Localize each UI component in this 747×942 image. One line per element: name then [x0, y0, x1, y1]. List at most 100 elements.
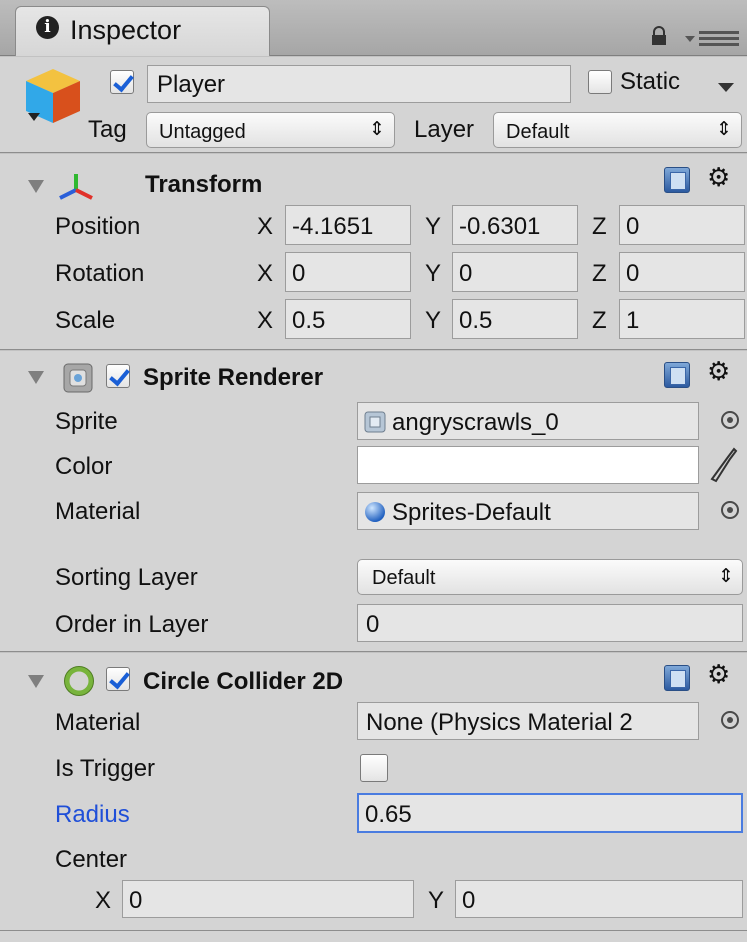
- axis-y-label: Y: [425, 213, 442, 240]
- scale-x-value: 0.5: [292, 307, 326, 334]
- layer-dropdown[interactable]: Default ⇕: [493, 112, 742, 148]
- help-icon[interactable]: [664, 362, 690, 388]
- center-y-label: Y: [428, 887, 445, 914]
- scale-label: Scale: [55, 307, 116, 334]
- sprite-label: Sprite: [55, 408, 118, 435]
- scale-z-field[interactable]: 1: [619, 299, 745, 339]
- static-dropdown-icon[interactable]: [716, 80, 736, 94]
- is-trigger-checkbox[interactable]: [360, 754, 388, 782]
- object-picker-icon[interactable]: [721, 711, 739, 729]
- rotation-label: Rotation: [55, 260, 145, 287]
- material-label: Material: [55, 498, 141, 525]
- panel-menu-icon[interactable]: [683, 28, 743, 48]
- axis-x-label: X: [257, 307, 274, 334]
- static-label: Static: [620, 68, 681, 95]
- tab-inspector[interactable]: i Inspector: [15, 6, 270, 56]
- rotation-z-field[interactable]: 0: [619, 252, 745, 292]
- rotation-y-value: 0: [459, 260, 473, 287]
- position-z-value: 0: [626, 213, 640, 240]
- rotation-x-value: 0: [292, 260, 306, 287]
- rotation-x-field[interactable]: 0: [285, 252, 411, 292]
- position-x-value: -4.1651: [292, 213, 374, 240]
- axis-y-label: Y: [425, 307, 442, 334]
- name-field[interactable]: Player: [147, 65, 571, 103]
- is-trigger-label: Is Trigger: [55, 755, 156, 782]
- center-x-value: 0: [129, 887, 143, 914]
- rotation-z-value: 0: [626, 260, 640, 287]
- center-x-label: X: [95, 887, 112, 914]
- sorting-layer-value: Default: [372, 567, 436, 589]
- radius-value: 0.65: [365, 801, 412, 828]
- tab-title: Inspector: [70, 15, 182, 45]
- scale-y-value: 0.5: [459, 307, 493, 334]
- center-y-value: 0: [462, 887, 476, 914]
- section-divider: [0, 930, 747, 931]
- active-checkbox[interactable]: [110, 70, 134, 94]
- circle-collider-icon: [64, 666, 94, 696]
- sprite-renderer-title: Sprite Renderer: [143, 364, 324, 391]
- lock-icon[interactable]: [651, 26, 667, 46]
- color-label: Color: [55, 453, 113, 480]
- sprite-renderer-enabled-checkbox[interactable]: [106, 364, 130, 388]
- color-swatch[interactable]: [357, 446, 699, 484]
- name-value: Player: [157, 71, 226, 98]
- info-icon: i: [36, 16, 59, 39]
- foldout-arrow-icon[interactable]: [28, 180, 44, 193]
- order-in-layer-field[interactable]: 0: [357, 604, 743, 642]
- order-in-layer-value: 0: [366, 611, 380, 638]
- object-picker-icon[interactable]: [721, 411, 739, 429]
- axis-y-label: Y: [425, 260, 442, 287]
- eyedropper-icon[interactable]: [708, 445, 738, 483]
- foldout-arrow-icon[interactable]: [28, 675, 44, 688]
- circle-collider-enabled-checkbox[interactable]: [106, 667, 130, 691]
- transform-icon: [59, 174, 93, 200]
- axis-x-label: X: [257, 213, 274, 240]
- updown-icon: ⇕: [369, 119, 385, 140]
- material-object-field[interactable]: Sprites-Default: [357, 492, 699, 530]
- sprite-renderer-icon: [63, 363, 93, 393]
- object-picker-icon[interactable]: [721, 501, 739, 519]
- gear-icon[interactable]: ⚙: [707, 358, 730, 384]
- transform-title: Transform: [145, 171, 263, 198]
- collider-material-field[interactable]: None (Physics Material 2: [357, 702, 699, 740]
- position-label: Position: [55, 213, 141, 240]
- tag-dropdown[interactable]: Untagged ⇕: [146, 112, 395, 148]
- help-icon[interactable]: [664, 167, 690, 193]
- tag-value: Untagged: [159, 121, 246, 143]
- layer-label: Layer: [414, 116, 475, 143]
- scale-z-value: 1: [626, 307, 640, 334]
- sprite-asset-icon: [364, 411, 386, 433]
- position-x-field[interactable]: -4.1651: [285, 205, 411, 245]
- updown-icon: ⇕: [716, 119, 732, 140]
- help-icon[interactable]: [664, 665, 690, 691]
- center-y-field[interactable]: 0: [455, 880, 743, 918]
- foldout-arrow-icon[interactable]: [28, 371, 44, 384]
- radius-label: Radius: [55, 801, 130, 828]
- position-z-field[interactable]: 0: [619, 205, 745, 245]
- axis-z-label: Z: [592, 260, 607, 287]
- circle-collider-title: Circle Collider 2D: [143, 668, 344, 695]
- sorting-layer-dropdown[interactable]: Default ⇕: [357, 559, 743, 595]
- axis-x-label: X: [257, 260, 274, 287]
- rotation-y-field[interactable]: 0: [452, 252, 578, 292]
- position-y-value: -0.6301: [459, 213, 541, 240]
- cube-icon: [26, 69, 80, 123]
- position-y-field[interactable]: -0.6301: [452, 205, 578, 245]
- material-sphere-icon: [365, 502, 385, 522]
- gear-icon[interactable]: ⚙: [707, 164, 730, 190]
- center-label: Center: [55, 846, 128, 873]
- radius-field[interactable]: 0.65: [357, 793, 743, 833]
- material-value: Sprites-Default: [392, 499, 551, 526]
- center-x-field[interactable]: 0: [122, 880, 414, 918]
- layer-value: Default: [506, 121, 570, 143]
- sprite-object-field[interactable]: angryscrawls_0: [357, 402, 699, 440]
- updown-icon: ⇕: [718, 566, 734, 587]
- axis-z-label: Z: [592, 213, 607, 240]
- sorting-layer-label: Sorting Layer: [55, 564, 198, 591]
- scale-x-field[interactable]: 0.5: [285, 299, 411, 339]
- scale-y-field[interactable]: 0.5: [452, 299, 578, 339]
- static-checkbox[interactable]: [588, 70, 612, 94]
- sprite-value: angryscrawls_0: [392, 409, 559, 436]
- gear-icon[interactable]: ⚙: [707, 661, 730, 687]
- collider-material-value: None (Physics Material 2: [366, 709, 633, 736]
